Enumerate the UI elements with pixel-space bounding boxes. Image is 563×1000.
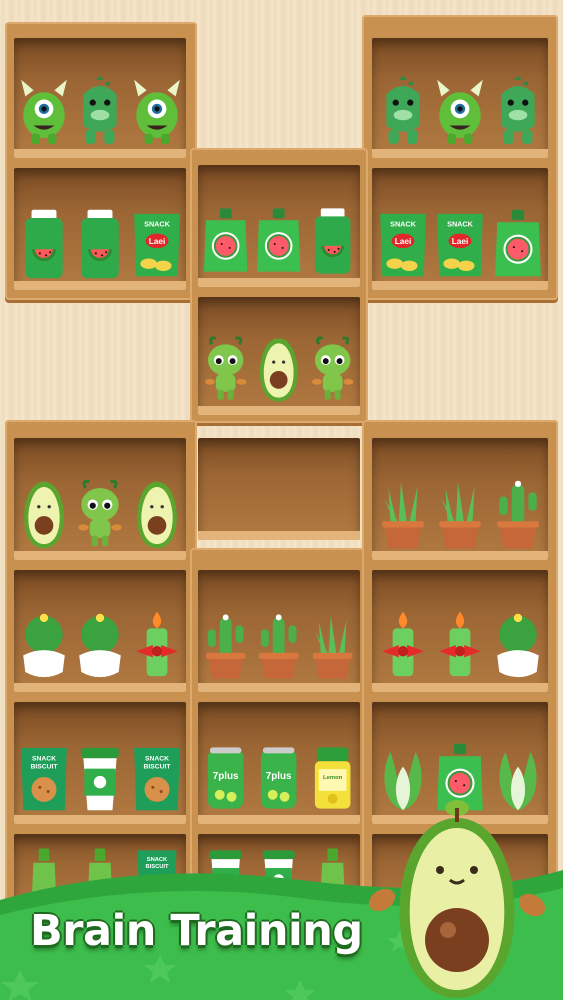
item-juice-pouch[interactable]	[200, 202, 251, 280]
item-snack-bag[interactable]: SNACK Laei	[433, 205, 487, 283]
item-lemon-jar[interactable]: Lemon	[307, 739, 358, 817]
shelf-slot[interactable]: SNACK Laei	[14, 168, 186, 290]
item-avocado[interactable]	[17, 475, 71, 553]
item-candle[interactable]	[376, 607, 430, 685]
shelf-slot[interactable]: SNACK Laei SNACK Laei	[372, 168, 548, 290]
shelf-slot[interactable]	[14, 570, 186, 692]
item-snack-biscuit[interactable]: SNACK BISCUIT	[17, 739, 71, 817]
item-alien-sprout[interactable]	[307, 330, 358, 408]
item-aloe-pot[interactable]	[433, 475, 487, 553]
item-snack-bag[interactable]: SNACK Laei	[376, 205, 430, 283]
shelf-slot[interactable]	[198, 438, 360, 540]
svg-text:SNACK: SNACK	[390, 219, 417, 228]
item-soda-can[interactable]: 7plus	[200, 739, 251, 817]
item-juice-bottle[interactable]	[73, 205, 127, 283]
item-cactus-ball[interactable]	[491, 607, 545, 685]
svg-text:Lemon: Lemon	[323, 775, 343, 781]
item-aloe-pot[interactable]	[307, 607, 358, 685]
shelf-slot[interactable]	[14, 38, 186, 158]
item-dino[interactable]	[491, 73, 545, 151]
shelf-slot[interactable]	[372, 570, 548, 692]
item-alien-sprout[interactable]	[200, 330, 251, 408]
shelf-slot[interactable]	[198, 570, 360, 692]
item-monster-horned[interactable]	[17, 73, 71, 151]
shelf-slot[interactable]: 7plus 7plus Lemon	[198, 702, 360, 824]
svg-text:7plus: 7plus	[213, 771, 239, 782]
avocado-mascot	[368, 800, 546, 998]
item-soda-can[interactable]: 7plus	[253, 739, 304, 817]
item-avocado[interactable]	[130, 475, 184, 553]
item-snack-bag[interactable]: SNACK Laei	[130, 205, 184, 283]
item-snack-biscuit[interactable]: SNACK BISCUIT	[130, 739, 184, 817]
item-avocado[interactable]	[253, 330, 304, 408]
banner-title: Brain Training	[30, 906, 363, 956]
shelf-slot[interactable]	[14, 438, 186, 560]
item-coffee-cup[interactable]	[73, 739, 127, 817]
svg-text:Laei: Laei	[452, 236, 469, 246]
item-juice-pouch[interactable]	[253, 202, 304, 280]
item-cactus-pot[interactable]	[200, 607, 251, 685]
item-monster-horned[interactable]	[130, 73, 184, 151]
item-aloe-pot[interactable]	[376, 475, 430, 553]
item-juice-bottle[interactable]	[307, 202, 358, 280]
svg-text:Laei: Laei	[394, 236, 411, 246]
item-monster-horned[interactable]	[433, 73, 487, 151]
shelf-slot[interactable]	[372, 438, 548, 560]
svg-text:BISCUIT: BISCUIT	[143, 764, 171, 771]
shelf-slot[interactable]	[198, 297, 360, 415]
item-dino[interactable]	[73, 73, 127, 151]
svg-text:SNACK: SNACK	[144, 219, 171, 228]
svg-text:SNACK: SNACK	[447, 219, 474, 228]
svg-text:7plus: 7plus	[266, 771, 292, 782]
shelf-slot[interactable]	[372, 38, 548, 158]
shelf-slot[interactable]: SNACK BISCUIT SNACK BISCUIT	[14, 702, 186, 824]
svg-text:SNACK: SNACK	[144, 755, 168, 762]
svg-text:SNACK: SNACK	[31, 755, 55, 762]
item-cactus-pot[interactable]	[253, 607, 304, 685]
item-alien-sprout[interactable]	[73, 475, 127, 553]
item-cactus-ball[interactable]	[73, 607, 127, 685]
item-juice-bottle[interactable]	[17, 205, 71, 283]
shelf-slot[interactable]	[198, 165, 360, 287]
item-candle[interactable]	[130, 607, 184, 685]
item-juice-pouch[interactable]	[491, 205, 545, 283]
item-cactus-ball[interactable]	[17, 607, 71, 685]
svg-text:Laei: Laei	[148, 236, 165, 246]
item-cactus-pot[interactable]	[491, 475, 545, 553]
item-dino[interactable]	[376, 73, 430, 151]
item-candle[interactable]	[433, 607, 487, 685]
shelf-floor	[198, 531, 360, 540]
svg-text:BISCUIT: BISCUIT	[30, 764, 58, 771]
